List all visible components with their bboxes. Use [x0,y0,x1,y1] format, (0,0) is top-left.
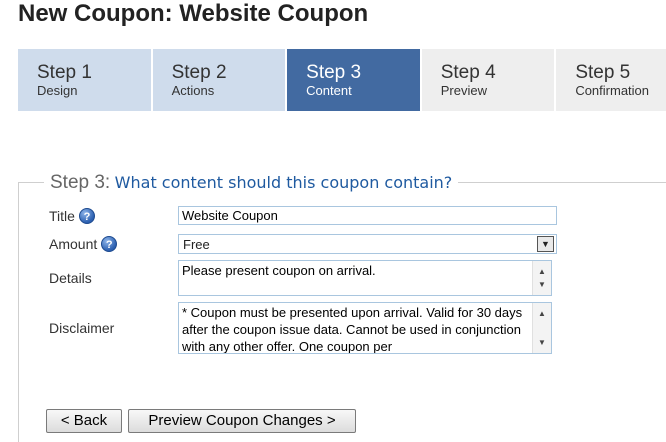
disclaimer-text: * Coupon must be presented upon arrival.… [182,305,523,354]
scroll-down-icon[interactable]: ▼ [533,276,551,293]
scroll-up-icon[interactable]: ▲ [533,305,551,322]
step-5-number: Step 5 [575,62,631,83]
step-2-number: Step 2 [171,62,227,83]
back-button[interactable]: < Back [46,409,122,433]
step-3-number: Step 3 [306,62,362,83]
page-title: New Coupon: Website Coupon [18,0,369,27]
step-4-label: Preview [440,83,487,98]
section-question: What content should this coupon contain? [114,173,453,192]
title-label: Title [49,208,75,224]
title-label-row: Title? [49,208,95,224]
step-1-tab[interactable]: Step 1 Design [18,49,151,111]
details-scrollbar[interactable]: ▲ ▼ [532,261,551,295]
amount-label-row: Amount? [49,236,118,252]
disclaimer-textarea[interactable]: * Coupon must be presented upon arrival.… [178,302,552,354]
scroll-down-icon[interactable]: ▼ [533,334,551,351]
step-5-label: Confirmation [575,83,650,98]
amount-selected-value: Free [183,237,210,252]
step-3-tab[interactable]: Step 3 Content [287,49,420,111]
section-step-label: Step 3: [50,172,111,193]
details-label: Details [49,270,92,286]
amount-label: Amount [49,236,98,252]
section-legend: Step 3: What content should this coupon … [44,172,459,195]
preview-coupon-changes-button[interactable]: Preview Coupon Changes > [128,409,356,433]
step-1-number: Step 1 [37,62,92,83]
step-4-tab[interactable]: Step 4 Preview [421,49,555,111]
help-question-icon[interactable]: ? [78,208,95,224]
step-2-tab[interactable]: Step 2 Actions [152,49,286,111]
step-2-label: Actions [171,83,215,98]
disclaimer-scrollbar[interactable]: ▲ ▼ [532,303,551,353]
step-3-label: Content [306,83,352,98]
step-4-number: Step 4 [440,62,496,83]
amount-select[interactable]: Free ▼ [178,234,557,254]
wizard-steps: Step 1 Design Step 2 Actions Step 3 Cont… [18,49,666,111]
details-textarea[interactable]: Please present coupon on arrival. ▲ ▼ [178,260,552,296]
title-input[interactable] [178,206,557,225]
step-5-tab[interactable]: Step 5 Confirmation [556,49,666,111]
details-text: Please present coupon on arrival. [182,263,376,278]
dropdown-arrow-icon[interactable]: ▼ [537,236,554,252]
disclaimer-label: Disclaimer [49,320,115,336]
help-question-icon[interactable]: ? [101,236,118,252]
step-1-label: Design [37,83,78,98]
